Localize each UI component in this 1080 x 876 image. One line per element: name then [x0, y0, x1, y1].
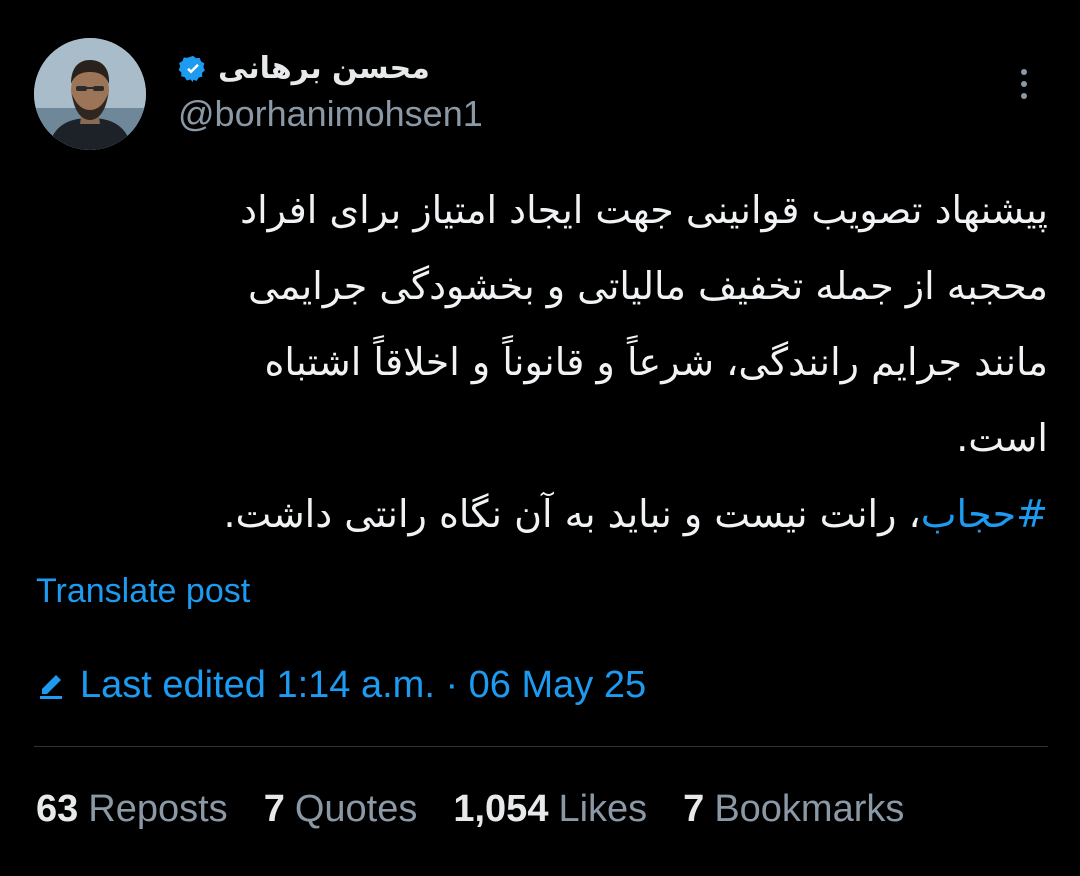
- quotes-label: Quotes: [294, 788, 418, 830]
- author-handle[interactable]: @borhanimohsen1: [178, 96, 483, 132]
- engagement-stats: 63 Reposts 7 Quotes 1,054 Likes 7 Bookmarks: [36, 790, 904, 828]
- reposts-count: 63: [36, 788, 79, 830]
- pencil-icon: [36, 668, 70, 702]
- post-line: محجبه از جمله تخفیف مالیاتی و بخشودگی جر…: [248, 264, 1048, 308]
- post-line-hashtag-line: #حجاب، رانت نیست و نباید به آن نگاه رانت…: [30, 476, 1048, 552]
- more-vertical-icon[interactable]: [1010, 62, 1038, 106]
- bookmarks-label: Bookmarks: [714, 788, 905, 830]
- author-display-name[interactable]: محسن برهانی: [218, 54, 430, 84]
- hashtag-link[interactable]: #حجاب: [921, 492, 1048, 536]
- quotes-count: 7: [263, 788, 285, 830]
- verified-badge-icon: [178, 54, 208, 84]
- post-line: پیشنهاد تصویب قوانینی جهت ایجاد امتیاز ب…: [240, 188, 1048, 232]
- bookmarks-count: 7: [683, 788, 705, 830]
- likes-count: 1,054: [453, 788, 549, 830]
- last-edited-label: Last edited 1:14 a.m. · 06 May 25: [80, 664, 647, 706]
- quotes-stat[interactable]: 7 Quotes: [264, 790, 418, 828]
- post-line: است.: [956, 416, 1048, 460]
- post-text: پیشنهاد تصویب قوانینی جهت ایجاد امتیاز ب…: [30, 172, 1048, 552]
- last-edited-link[interactable]: Last edited 1:14 a.m. · 06 May 25: [36, 666, 646, 704]
- bookmarks-stat[interactable]: 7 Bookmarks: [683, 790, 904, 828]
- reposts-label: Reposts: [88, 788, 228, 830]
- reposts-stat[interactable]: 63 Reposts: [36, 790, 228, 828]
- translate-post-link[interactable]: Translate post: [36, 574, 250, 608]
- avatar[interactable]: [34, 38, 146, 150]
- likes-label: Likes: [558, 788, 648, 830]
- author-row: محسن برهانی: [178, 44, 430, 94]
- divider: [34, 746, 1048, 747]
- post-line: مانند جرایم رانندگی، شرعاً و قانوناً و ا…: [264, 340, 1048, 384]
- post-line-rest: ، رانت نیست و نباید به آن نگاه رانتی داش…: [223, 492, 921, 536]
- tweet: محسن برهانی @borhanimohsen1 پیشنهاد تصوی…: [0, 0, 1080, 876]
- likes-stat[interactable]: 1,054 Likes: [453, 790, 647, 828]
